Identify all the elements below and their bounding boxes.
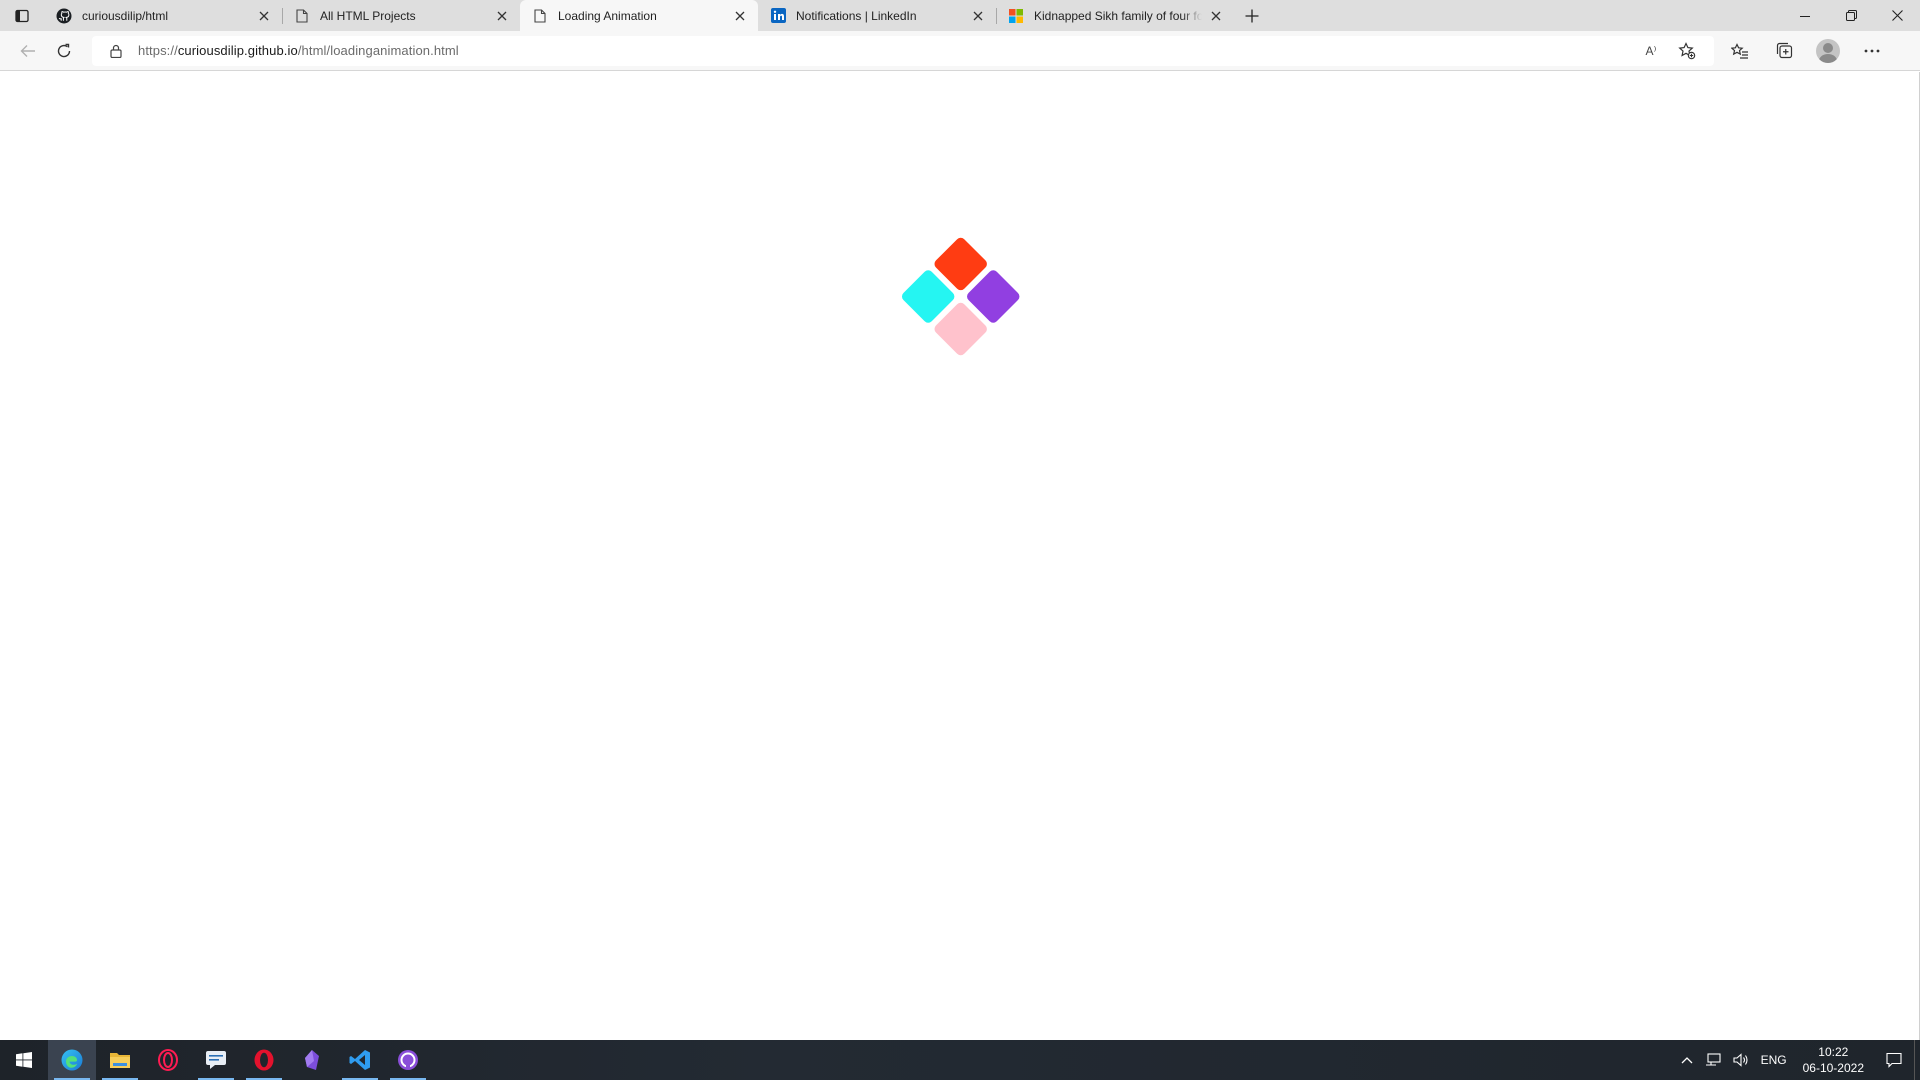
close-tab-icon[interactable] [970, 8, 986, 24]
page-icon [294, 8, 310, 24]
show-desktop-button[interactable] [1914, 1040, 1920, 1080]
tab-actions-icon [15, 9, 29, 22]
tab-title: Kidnapped Sikh family of four fo [1034, 8, 1202, 23]
close-tab-icon[interactable] [1208, 8, 1224, 24]
opera-gx-icon [158, 1049, 178, 1071]
volume-button[interactable] [1727, 1040, 1755, 1080]
minimize-button[interactable] [1782, 0, 1828, 31]
url-scheme: https:// [138, 43, 178, 58]
refresh-button[interactable] [46, 35, 82, 67]
github-icon [56, 8, 72, 24]
github-desktop-icon [398, 1050, 418, 1070]
windows-start-icon [16, 1052, 32, 1068]
close-window-button[interactable] [1874, 0, 1920, 31]
avatar [1816, 38, 1840, 63]
tab-title: curiousdilip/html [82, 8, 169, 23]
close-tab-icon[interactable] [256, 8, 272, 24]
chevron-up-icon [1681, 1057, 1693, 1064]
taskbar-messaging[interactable] [192, 1040, 240, 1080]
file-explorer-icon [110, 1053, 130, 1068]
tab-actions-button[interactable] [0, 0, 44, 31]
show-hidden-icons-button[interactable] [1675, 1040, 1699, 1080]
collections-icon [1776, 42, 1792, 59]
taskbar-vscode[interactable] [336, 1040, 384, 1080]
tab-news-article[interactable]: Kidnapped Sikh family of four fo [996, 0, 1234, 31]
minimize-icon [1800, 15, 1810, 17]
taskbar-obsidian[interactable] [288, 1040, 336, 1080]
taskbar-edge[interactable] [48, 1040, 96, 1080]
restore-button[interactable] [1828, 0, 1874, 31]
microsoft-icon [1008, 8, 1024, 24]
taskbar-opera[interactable] [240, 1040, 288, 1080]
tab-linkedin-notifications[interactable]: Notifications | LinkedIn [758, 0, 996, 31]
add-favorite-button[interactable] [1672, 35, 1702, 67]
close-icon [1891, 10, 1903, 21]
tab-title: All HTML Projects [320, 8, 416, 23]
read-aloud-icon: A⁾ [1645, 43, 1657, 58]
favorites-icon [1731, 42, 1748, 59]
more-horizontal-icon [1864, 49, 1880, 52]
loading-animation [872, 229, 1047, 404]
opera-icon [254, 1049, 274, 1071]
tab-strip: curiousdilip/html All HTML Projects Load… [0, 0, 1920, 31]
settings-menu-button[interactable] [1854, 35, 1890, 67]
close-tab-icon[interactable] [494, 8, 510, 24]
restore-icon [1845, 10, 1857, 21]
window-controls [1782, 0, 1920, 31]
favorites-button[interactable] [1722, 35, 1758, 67]
address-bar-actions: A⁾ [1636, 36, 1702, 66]
back-arrow-icon [20, 44, 35, 57]
start-button[interactable] [0, 1040, 48, 1080]
tab-title: Notifications | LinkedIn [796, 8, 917, 23]
clock[interactable]: 10:22 06-10-2022 [1793, 1044, 1874, 1076]
refresh-icon [57, 43, 71, 57]
vscode-icon [349, 1050, 370, 1070]
edge-icon [61, 1049, 83, 1071]
plus-icon [1245, 9, 1259, 22]
clock-time: 10:22 [1818, 1045, 1849, 1059]
address-bar[interactable]: https://curiousdilip.github.io/html/load… [92, 35, 1714, 66]
url-path: /html/loadinganimation.html [297, 43, 459, 58]
read-aloud-button[interactable]: A⁾ [1636, 35, 1666, 67]
speaker-icon [1733, 1053, 1748, 1067]
new-tab-button[interactable] [1234, 0, 1270, 31]
messaging-icon [206, 1051, 226, 1069]
taskbar-opera-gx[interactable] [144, 1040, 192, 1080]
close-tab-icon[interactable] [732, 8, 748, 24]
lock-icon[interactable] [108, 43, 124, 59]
tab-curiousdilip-html[interactable]: curiousdilip/html [44, 0, 282, 31]
system-tray: ENG 10:22 06-10-2022 [1675, 1040, 1920, 1080]
obsidian-icon [305, 1050, 319, 1070]
taskbar: ENG 10:22 06-10-2022 [0, 1040, 1920, 1080]
action-center-button[interactable] [1874, 1040, 1914, 1080]
tab-all-html-projects[interactable]: All HTML Projects [282, 0, 520, 31]
page-viewport [0, 72, 1920, 1040]
url-host: curiousdilip.github.io [177, 43, 298, 58]
browser-toolbar: https://curiousdilip.github.io/html/load… [0, 31, 1920, 71]
taskbar-file-explorer[interactable] [96, 1040, 144, 1080]
tab-title: Loading Animation [558, 8, 657, 23]
url-text[interactable]: https://curiousdilip.github.io/html/load… [138, 43, 459, 58]
tab-loading-animation[interactable]: Loading Animation [520, 0, 758, 31]
collections-button[interactable] [1766, 35, 1802, 67]
clock-date: 06-10-2022 [1802, 1061, 1864, 1075]
back-button[interactable] [10, 35, 46, 67]
star-add-icon [1678, 41, 1696, 59]
linkedin-icon [770, 8, 786, 24]
screen: curiousdilip/html All HTML Projects Load… [0, 0, 1920, 1080]
profile-button[interactable] [1810, 35, 1846, 67]
input-language[interactable]: ENG [1755, 1040, 1793, 1080]
network-button[interactable] [1699, 1040, 1727, 1080]
page-icon [532, 8, 548, 24]
notification-icon [1886, 1052, 1902, 1068]
toolbar-right [1722, 35, 1890, 67]
taskbar-github-desktop[interactable] [384, 1040, 432, 1080]
network-icon [1705, 1053, 1721, 1066]
